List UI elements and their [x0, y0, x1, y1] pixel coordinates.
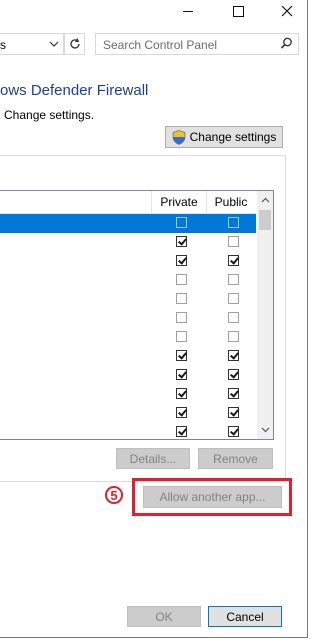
private-checkbox[interactable] [176, 350, 187, 361]
private-checkbox[interactable] [176, 331, 187, 342]
public-checkbox[interactable] [228, 426, 239, 437]
scroll-down-button[interactable] [257, 422, 273, 438]
column-header-private[interactable]: Private [151, 191, 207, 213]
public-checkbox[interactable] [228, 350, 239, 361]
public-checkbox[interactable] [228, 407, 239, 418]
maximize-icon [232, 5, 244, 17]
allowed-apps-list[interactable]: Private Public [0, 190, 274, 440]
table-row[interactable] [0, 233, 256, 252]
table-row[interactable] [0, 423, 256, 439]
private-checkbox[interactable] [176, 388, 187, 399]
chevron-up-icon [261, 197, 269, 203]
maximize-button[interactable] [215, 0, 261, 22]
private-checkbox[interactable] [176, 312, 187, 323]
private-checkbox[interactable] [176, 236, 187, 247]
search-icon[interactable] [280, 37, 293, 50]
chevron-down-icon[interactable] [48, 37, 60, 51]
public-checkbox[interactable] [228, 217, 239, 228]
table-row[interactable] [0, 290, 256, 309]
list-header: Private Public [0, 191, 256, 214]
page-subtitle: Change settings. [4, 108, 95, 122]
details-button[interactable]: Details... [116, 448, 190, 469]
column-header-public[interactable]: Public [206, 191, 256, 213]
shield-icon [172, 129, 185, 145]
public-checkbox[interactable] [228, 236, 239, 247]
table-row[interactable] [0, 366, 256, 385]
vertical-scrollbar[interactable] [257, 191, 273, 439]
chevron-down-icon [261, 427, 269, 433]
table-row[interactable] [0, 309, 256, 328]
minimize-button[interactable] [165, 0, 211, 22]
table-row[interactable] [0, 404, 256, 423]
change-settings-label: Change settings [189, 130, 277, 144]
remove-button[interactable]: Remove [198, 448, 273, 469]
private-checkbox[interactable] [176, 255, 187, 266]
search-input[interactable]: Search Control Panel [95, 33, 299, 55]
allow-another-app-button[interactable]: Allow another app... [143, 486, 282, 508]
private-checkbox[interactable] [176, 407, 187, 418]
public-checkbox[interactable] [228, 293, 239, 304]
refresh-icon [69, 38, 80, 49]
table-row[interactable] [0, 347, 256, 366]
change-settings-button[interactable]: Change settings [165, 126, 283, 148]
cancel-button[interactable]: Cancel [208, 606, 282, 627]
table-row[interactable] [0, 328, 256, 347]
public-checkbox[interactable] [228, 331, 239, 342]
private-checkbox[interactable] [176, 426, 187, 437]
public-checkbox[interactable] [228, 312, 239, 323]
public-checkbox[interactable] [228, 369, 239, 380]
scroll-up-button[interactable] [257, 192, 273, 208]
ok-button[interactable]: OK [127, 606, 201, 627]
close-button[interactable] [264, 0, 310, 22]
search-placeholder: Search Control Panel [103, 38, 218, 52]
scrollbar-thumb[interactable] [259, 210, 271, 230]
private-checkbox[interactable] [176, 217, 187, 228]
private-checkbox[interactable] [176, 293, 187, 304]
list-body [0, 214, 256, 439]
table-row[interactable] [0, 385, 256, 404]
address-bar[interactable]: s [0, 33, 64, 55]
private-checkbox[interactable] [176, 369, 187, 380]
minimize-icon [183, 10, 193, 12]
public-checkbox[interactable] [228, 255, 239, 266]
public-checkbox[interactable] [228, 388, 239, 399]
table-row[interactable] [0, 214, 256, 233]
close-icon [281, 5, 293, 17]
table-row[interactable] [0, 252, 256, 271]
refresh-button[interactable] [64, 33, 85, 55]
step-number-badge: 5 [105, 486, 123, 504]
public-checkbox[interactable] [228, 274, 239, 285]
table-row[interactable] [0, 271, 256, 290]
address-text: s [0, 38, 6, 52]
page-title: ows Defender Firewall [0, 82, 149, 99]
private-checkbox[interactable] [176, 274, 187, 285]
